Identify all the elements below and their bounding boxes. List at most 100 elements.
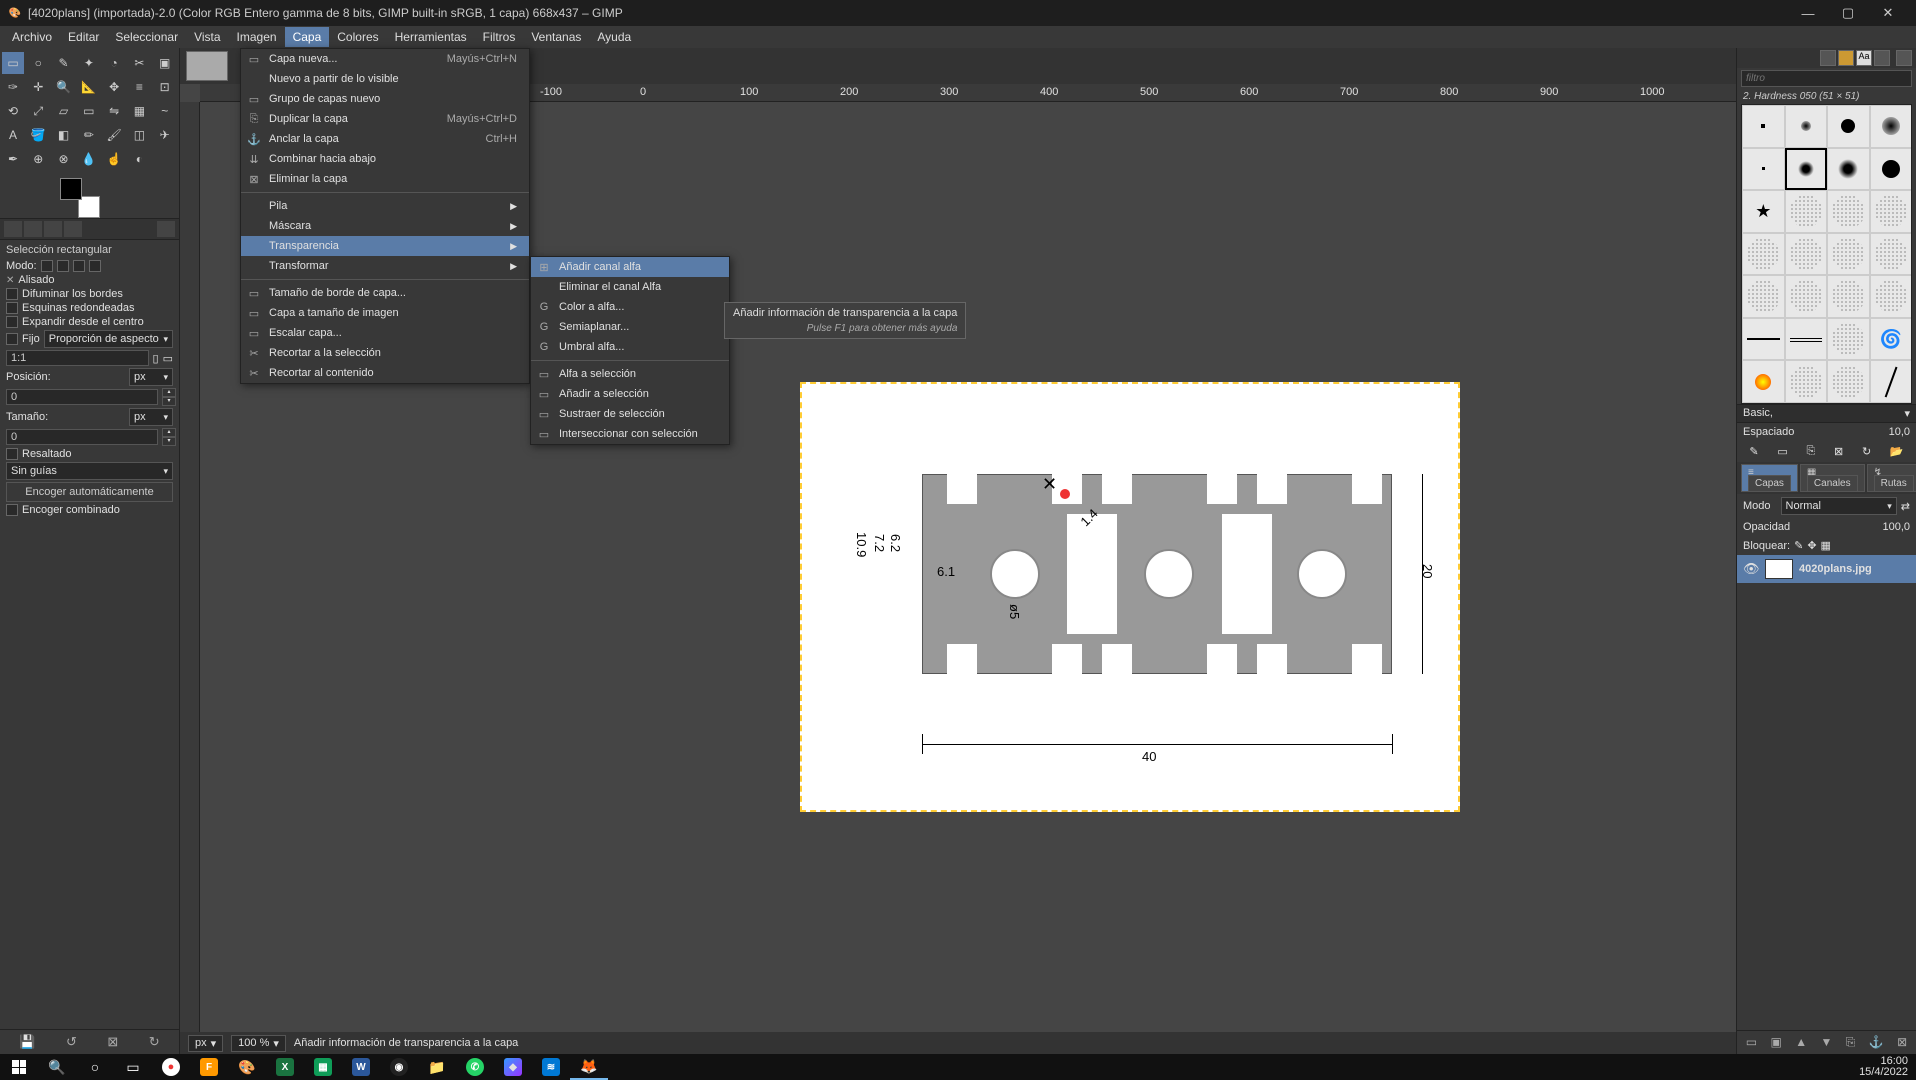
lock-position-icon[interactable]: ✥ — [1807, 539, 1816, 552]
tool-ellipse-select[interactable]: ○ — [27, 52, 49, 74]
menu-item[interactable]: ▭Grupo de capas nuevo — [241, 89, 529, 109]
submenu-item[interactable]: ▭Alfa a selección — [531, 364, 729, 384]
close-button[interactable]: ✕ — [1868, 0, 1908, 26]
tool-smudge[interactable]: ☝ — [103, 148, 125, 170]
tool-heal[interactable]: ⊗ — [53, 148, 75, 170]
layer-visibility-icon[interactable]: 👁 — [1743, 561, 1759, 577]
mode-switch-icon[interactable]: ⇄ — [1901, 500, 1910, 513]
task-view-icon[interactable]: ▭ — [114, 1054, 152, 1080]
menu-filtros[interactable]: Filtros — [475, 27, 524, 47]
search-icon[interactable]: 🔍 — [38, 1054, 76, 1080]
tool-zoom[interactable]: 🔍 — [53, 76, 75, 98]
row-espaciado[interactable]: Espaciado10,0 — [1737, 423, 1916, 441]
menu-archivo[interactable]: Archivo — [4, 27, 60, 47]
menu-item[interactable]: Nuevo a partir de lo visible — [241, 69, 529, 89]
tool-rect-select[interactable]: ▭ — [2, 52, 24, 74]
tool-shear[interactable]: ▱ — [53, 100, 75, 122]
tab-history[interactable] — [1874, 50, 1890, 66]
save-options-icon[interactable]: 💾 — [19, 1034, 35, 1050]
checkbox-esquinas[interactable]: Esquinas redondeadas — [22, 302, 135, 314]
select-guias[interactable]: Sin guías▾ — [6, 462, 173, 480]
menu-item[interactable]: ⊠Eliminar la capa — [241, 169, 529, 189]
mode-replace[interactable] — [41, 260, 53, 272]
menu-item[interactable]: Máscara▶ — [241, 216, 529, 236]
layer-item[interactable]: 👁 4020plans.jpg — [1737, 555, 1916, 583]
tool-fuzzy-select[interactable]: ✦ — [78, 52, 100, 74]
checkbox-icon[interactable] — [6, 448, 18, 460]
tool-flip[interactable]: ⇋ — [103, 100, 125, 122]
select-proporcion[interactable]: Proporción de aspecto▾ — [44, 330, 173, 348]
menu-item[interactable]: ✂Recortar al contenido — [241, 363, 529, 383]
tab-capas[interactable]: ≡ Capas — [1741, 464, 1798, 492]
menu-ventanas[interactable]: Ventanas — [523, 27, 589, 47]
start-button[interactable] — [0, 1054, 38, 1080]
input-tam-w[interactable] — [6, 429, 158, 445]
layer-thumbnail[interactable] — [1765, 559, 1793, 579]
close-icon[interactable]: ✕ — [6, 275, 14, 286]
submenu-item[interactable]: ▭Añadir a selección — [531, 384, 729, 404]
tool-measure[interactable]: 📐 — [78, 76, 100, 98]
select-pos-unit[interactable]: px▾ — [129, 368, 173, 386]
mode-add[interactable] — [57, 260, 69, 272]
submenu-item[interactable]: ▭Sustraer de selección — [531, 404, 729, 424]
tool-scale[interactable]: ⤢ — [27, 100, 49, 122]
tool-rotate[interactable]: ⟲ — [2, 100, 24, 122]
taskbar-word[interactable]: W — [342, 1054, 380, 1080]
menu-item[interactable]: ▭Escalar capa... — [241, 323, 529, 343]
brush-grid[interactable]: ★ 🌀 — [1741, 104, 1912, 404]
duplicate-layer-icon[interactable]: ⎘ — [1846, 1035, 1856, 1050]
tool-paintbrush[interactable]: 🖌 — [103, 124, 125, 146]
tool-by-color[interactable]: ◔ — [103, 52, 125, 74]
tool-dodge[interactable]: ◐ — [128, 148, 150, 170]
maximize-button[interactable]: ▢ — [1828, 0, 1868, 26]
tab-canales[interactable]: ▦ Canales — [1800, 464, 1865, 492]
taskbar-paint[interactable]: 🎨 — [228, 1054, 266, 1080]
checkbox-icon[interactable] — [6, 302, 18, 314]
tool-clone[interactable]: ⊕ — [27, 148, 49, 170]
checkbox-alisado[interactable]: Alisado — [18, 274, 54, 286]
menu-item[interactable]: ▭Tamaño de borde de capa... — [241, 283, 529, 303]
checkbox-icon[interactable] — [6, 333, 18, 345]
tab-menu-icon[interactable] — [157, 221, 175, 237]
cortana-icon[interactable]: ○ — [76, 1054, 114, 1080]
menu-capa[interactable]: Capa — [285, 27, 330, 47]
delete-layer-icon[interactable]: ⊠ — [1897, 1035, 1907, 1050]
input-ratio[interactable] — [6, 350, 149, 366]
tool-text[interactable]: A — [2, 124, 24, 146]
taskbar-excel[interactable]: X — [266, 1054, 304, 1080]
tool-warp[interactable]: ~ — [154, 100, 176, 122]
menu-item[interactable]: Pila▶ — [241, 196, 529, 216]
taskbar-app-f[interactable]: F — [190, 1054, 228, 1080]
checkbox-encoger-comb[interactable]: Encoger combinado — [22, 504, 120, 516]
tool-crop[interactable]: ⊡ — [154, 76, 176, 98]
tool-free-select[interactable]: ✎ — [53, 52, 75, 74]
image-tab-thumb[interactable] — [186, 51, 228, 81]
minimize-button[interactable]: — — [1788, 0, 1828, 26]
taskbar-explorer[interactable]: 📁 — [418, 1054, 456, 1080]
chevron-down-icon[interactable]: ▾ — [1904, 407, 1910, 420]
menu-ayuda[interactable]: Ayuda — [589, 27, 639, 47]
checkbox-icon[interactable] — [6, 288, 18, 300]
layer-down-icon[interactable]: ▼ — [1821, 1035, 1833, 1050]
taskbar-app-diamond[interactable]: ◆ — [494, 1054, 532, 1080]
reset-options-icon[interactable]: ↻ — [149, 1034, 160, 1050]
menu-seleccionar[interactable]: Seleccionar — [107, 27, 186, 47]
taskbar-vscode[interactable]: ≋ — [532, 1054, 570, 1080]
tool-ink[interactable]: ✒ — [2, 148, 24, 170]
status-unit-select[interactable]: px▾ — [188, 1035, 223, 1052]
menu-item[interactable]: ▭Capa a tamaño de imagen — [241, 303, 529, 323]
tab-tool-options[interactable] — [4, 221, 22, 237]
menu-item[interactable]: ▭Capa nueva...Mayús+Ctrl+N — [241, 49, 529, 69]
taskbar-clock[interactable]: 16:00 15/4/2022 — [1853, 1056, 1914, 1078]
brush-preset-label[interactable]: Basic, — [1743, 407, 1773, 420]
open-brush-icon[interactable]: 📂 — [1890, 445, 1904, 458]
tab-fonts[interactable]: Aa — [1856, 50, 1872, 66]
taskbar-gimp[interactable]: 🦊 — [570, 1054, 608, 1080]
edit-brush-icon[interactable]: ✎ — [1749, 445, 1758, 458]
submenu-item[interactable]: GColor a alfa... — [531, 297, 729, 317]
image-canvas[interactable]: ✕ 40 20 6.1 6.2 7.2 10.9 1.4 ø5 — [800, 382, 1460, 812]
checkbox-resaltado[interactable]: Resaltado — [22, 448, 72, 460]
new-group-icon[interactable]: ▣ — [1770, 1035, 1781, 1050]
tool-foreground[interactable]: ▣ — [154, 52, 176, 74]
menu-item[interactable]: Transparencia▶ — [241, 236, 529, 256]
